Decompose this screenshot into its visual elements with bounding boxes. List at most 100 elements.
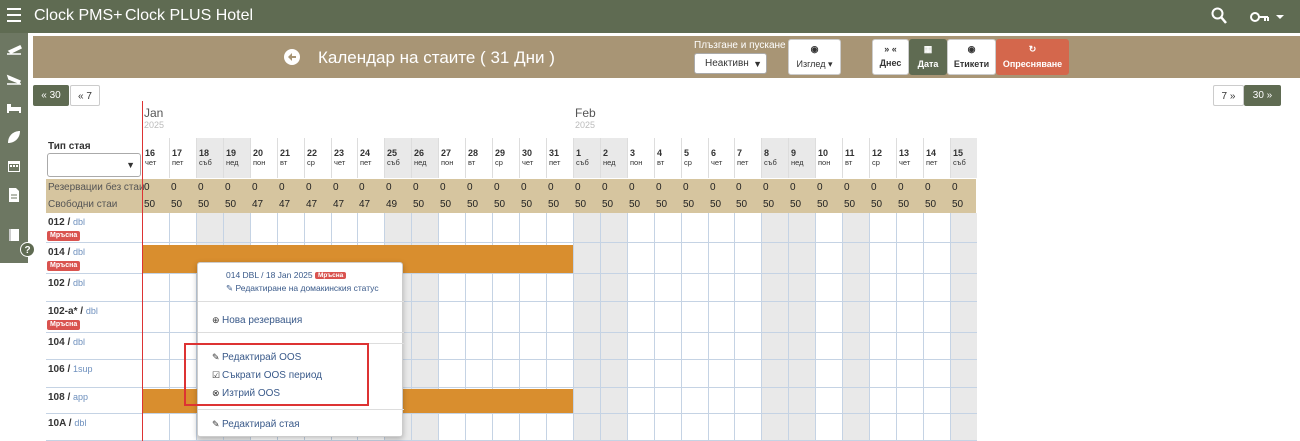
plane-arrival-icon[interactable] — [6, 71, 22, 87]
calendar-cell[interactable] — [573, 274, 600, 302]
app-brand[interactable]: Clock PMS+ — [34, 7, 122, 25]
calendar-cell[interactable] — [546, 414, 573, 441]
calendar-cell[interactable] — [573, 213, 600, 243]
calendar-cell[interactable] — [654, 360, 681, 388]
calendar-cell[interactable] — [600, 414, 627, 441]
calendar-cell[interactable] — [761, 243, 788, 274]
calendar-cell[interactable] — [681, 274, 708, 302]
calendar-cell[interactable] — [600, 213, 627, 243]
calendar-cell[interactable] — [708, 388, 734, 414]
calendar-cell[interactable] — [788, 213, 815, 243]
calendar-cell[interactable] — [519, 414, 546, 441]
calendar-cell[interactable] — [142, 302, 169, 333]
calendar-cell[interactable] — [788, 302, 815, 333]
calendar-cell[interactable] — [169, 213, 196, 243]
calendar-cell[interactable] — [923, 213, 950, 243]
calendar-cell[interactable] — [654, 213, 681, 243]
calendar-cell[interactable] — [681, 360, 708, 388]
calendar-cell[interactable] — [654, 274, 681, 302]
document-icon[interactable] — [6, 187, 22, 203]
room-type-select[interactable]: ▼ — [47, 153, 141, 177]
calendar-cell[interactable] — [519, 302, 546, 333]
calendar-cell[interactable] — [681, 243, 708, 274]
calendar-cell[interactable] — [869, 360, 896, 388]
calendar-cell[interactable] — [465, 414, 492, 441]
calendar-cell[interactable] — [600, 243, 627, 274]
calendar-cell[interactable] — [761, 213, 788, 243]
calendar-cell[interactable] — [708, 213, 734, 243]
calendar-cell[interactable] — [546, 213, 573, 243]
calendar-cell[interactable] — [788, 414, 815, 441]
calendar-cell[interactable] — [761, 333, 788, 360]
calendar-cell[interactable] — [492, 302, 519, 333]
forward-30-button[interactable]: 30 » — [1244, 85, 1281, 106]
calendar-cell[interactable] — [681, 333, 708, 360]
back-30-button[interactable]: « 30 — [33, 85, 69, 106]
calendar-cell[interactable] — [708, 274, 734, 302]
new-reservation-item[interactable]: ⊕ Нова резервация — [212, 315, 302, 326]
calendar-cell[interactable] — [411, 414, 438, 441]
calendar-cell[interactable] — [788, 360, 815, 388]
calendar-cell[interactable] — [869, 388, 896, 414]
calendar-cell[interactable] — [681, 302, 708, 333]
calendar-cell[interactable] — [950, 414, 977, 441]
calendar-cell[interactable] — [842, 388, 869, 414]
calendar-cell[interactable] — [304, 213, 331, 243]
calendar-cell[interactable] — [142, 333, 169, 360]
calendar-cell[interactable] — [142, 360, 169, 388]
calendar-cell[interactable] — [438, 213, 465, 243]
leaf-icon[interactable] — [6, 129, 22, 145]
calendar-cell[interactable] — [627, 360, 654, 388]
calendar-cell[interactable] — [223, 213, 250, 243]
calendar-cell[interactable] — [277, 213, 304, 243]
calendar-cell[interactable] — [411, 274, 438, 302]
calendar-cell[interactable] — [438, 414, 465, 441]
calendar-cell[interactable] — [923, 274, 950, 302]
calendar-cell[interactable] — [169, 274, 196, 302]
calendar-cell[interactable] — [573, 414, 600, 441]
calendar-cell[interactable] — [546, 302, 573, 333]
calendar-cell[interactable] — [734, 414, 761, 441]
calendar-cell[interactable] — [896, 274, 923, 302]
back-7-button[interactable]: « 7 — [70, 85, 100, 106]
calendar-cell[interactable] — [869, 302, 896, 333]
calendar-cell[interactable] — [573, 333, 600, 360]
calendar-cell[interactable] — [896, 414, 923, 441]
calendar-cell[interactable] — [923, 302, 950, 333]
calendar-cell[interactable] — [923, 360, 950, 388]
refresh-button[interactable]: ↻ Опресняване — [996, 39, 1069, 75]
search-icon[interactable] — [1211, 7, 1227, 25]
calendar-cell[interactable] — [492, 414, 519, 441]
calendar-cell[interactable] — [492, 213, 519, 243]
calendar-cell[interactable] — [519, 213, 546, 243]
calendar-cell[interactable] — [438, 274, 465, 302]
calendar-cell[interactable] — [788, 243, 815, 274]
calendar-cell[interactable] — [708, 333, 734, 360]
calendar-cell[interactable] — [573, 243, 600, 274]
calendar-cell[interactable] — [600, 302, 627, 333]
calendar-cell[interactable] — [546, 333, 573, 360]
book-icon[interactable] — [6, 227, 22, 243]
calendar-cell[interactable] — [627, 333, 654, 360]
calendar-cell[interactable] — [627, 243, 654, 274]
calendar-cell[interactable] — [492, 274, 519, 302]
calendar-cell[interactable] — [950, 302, 977, 333]
calendar-cell[interactable] — [734, 213, 761, 243]
bed-icon[interactable] — [6, 100, 22, 116]
calendar-cell[interactable] — [384, 213, 411, 243]
calendar-cell[interactable] — [869, 213, 896, 243]
drag-drop-select[interactable]: Неактивн ▼ — [694, 53, 767, 74]
calendar-cell[interactable] — [546, 274, 573, 302]
calendar-cell[interactable] — [492, 333, 519, 360]
calendar-cell[interactable] — [815, 360, 842, 388]
calendar-cell[interactable] — [681, 213, 708, 243]
calendar-cell[interactable] — [438, 360, 465, 388]
calendar-cell[interactable] — [869, 414, 896, 441]
calendar-cell[interactable] — [142, 274, 169, 302]
calendar-cell[interactable] — [842, 360, 869, 388]
calendar-cell[interactable] — [761, 360, 788, 388]
calendar-cell[interactable] — [842, 213, 869, 243]
calendar-cell[interactable] — [734, 274, 761, 302]
calendar-cell[interactable] — [761, 388, 788, 414]
calendar-cell[interactable] — [842, 414, 869, 441]
